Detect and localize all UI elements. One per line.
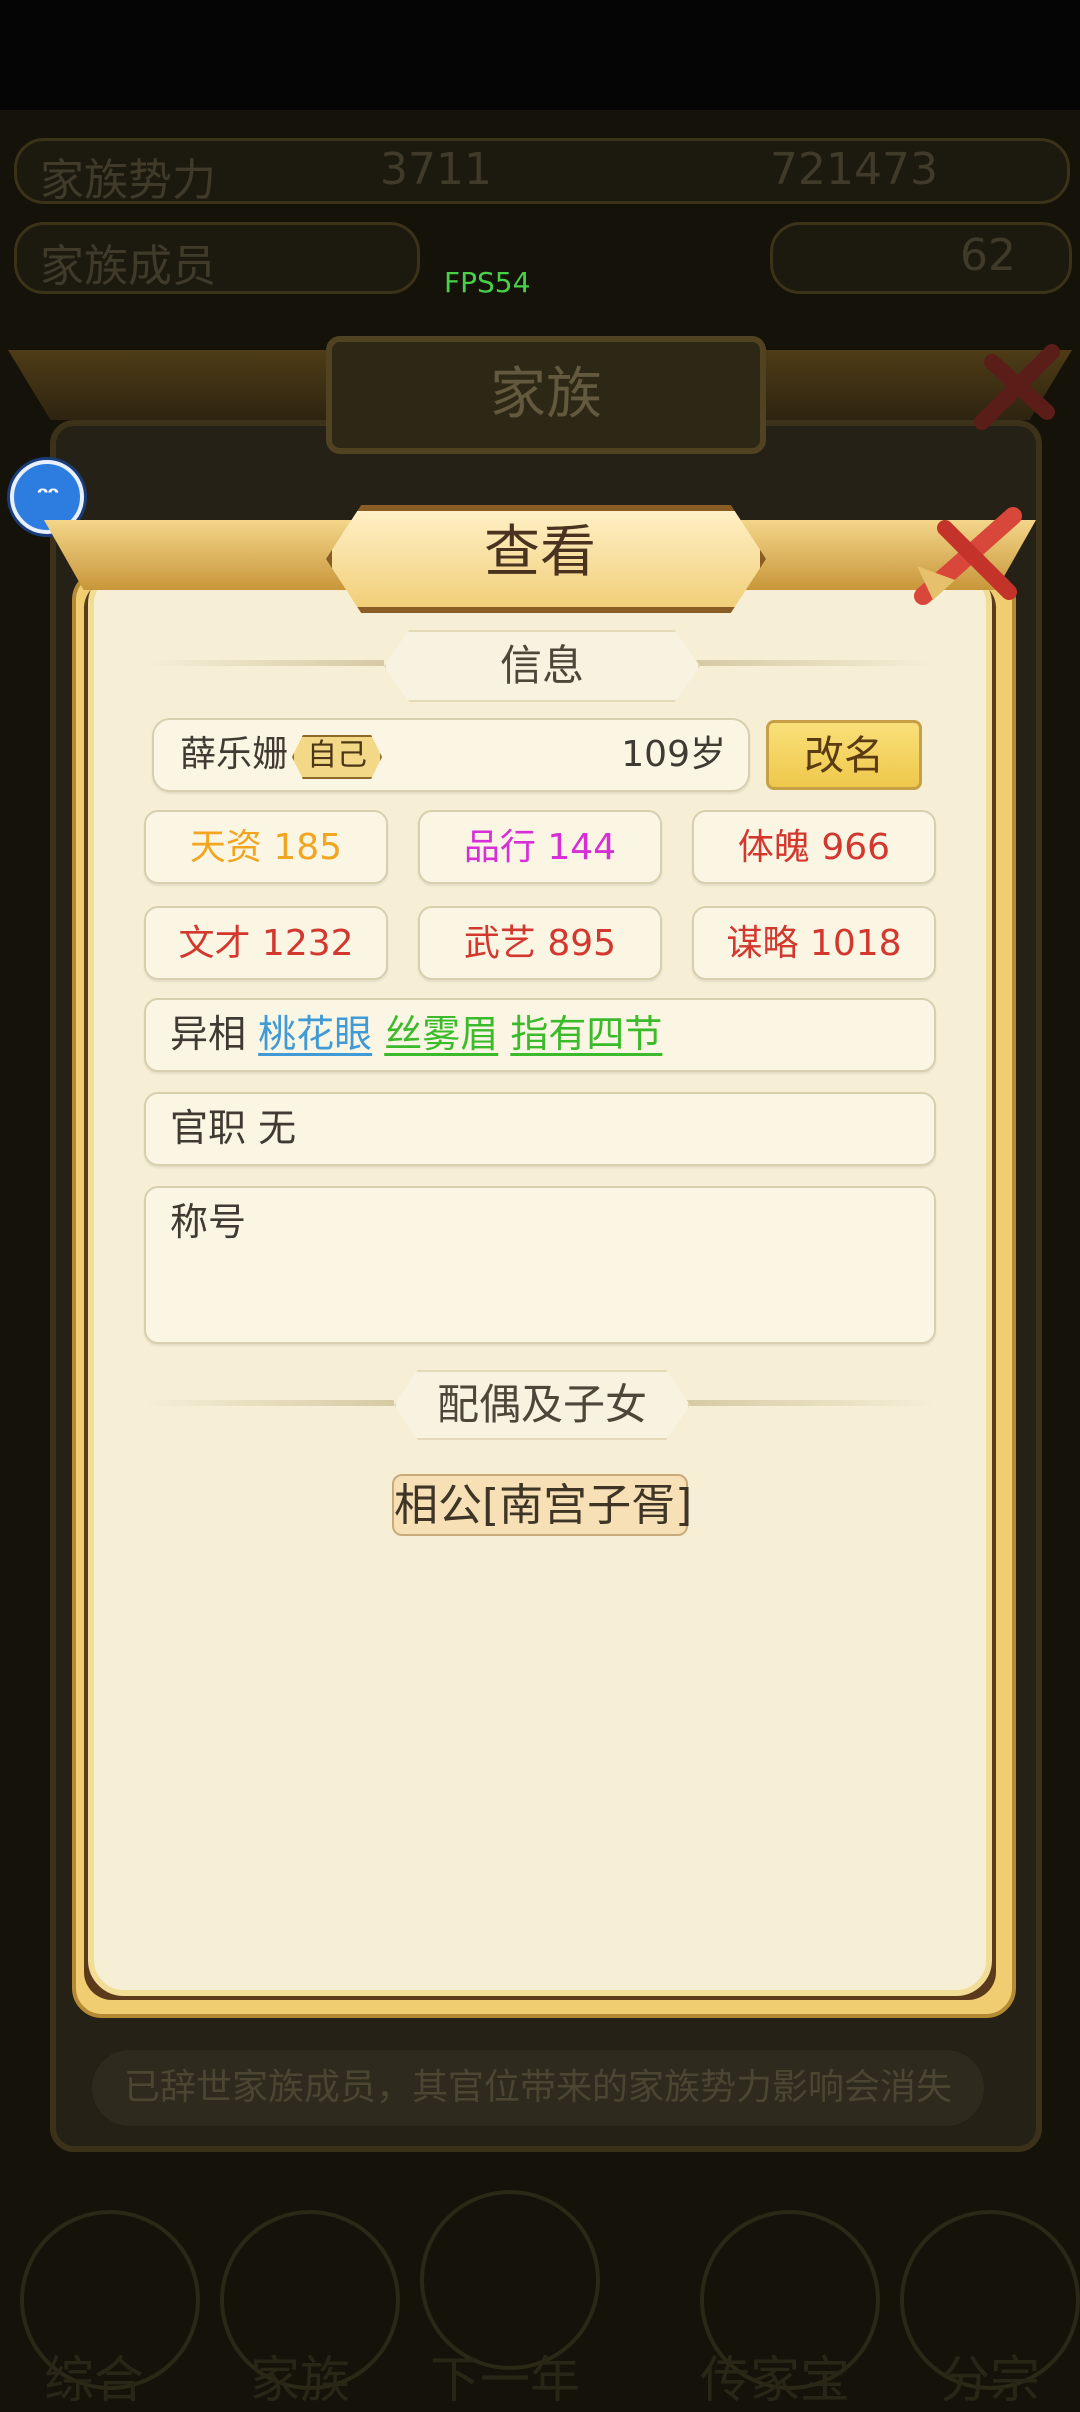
title-label: 称号 — [170, 1200, 247, 1244]
stat-talent: 天资 185 — [144, 810, 388, 884]
info-header-line-left — [144, 660, 384, 666]
member-count-bar — [770, 222, 1072, 294]
trait-silk-mist-brows[interactable]: 丝雾眉 — [384, 1012, 498, 1056]
nav-heirloom[interactable]: 传家宝 — [700, 2340, 850, 2412]
family-title: 家族 — [490, 362, 602, 427]
deceased-notice: 已辞世家族成员，其官位带来的家族势力影响会消失 — [92, 2050, 984, 2126]
spouse-header: 配偶及子女 — [394, 1370, 690, 1440]
member-name: 薛乐姗 — [180, 734, 289, 775]
close-icon[interactable] — [905, 500, 1035, 610]
spouse-button[interactable]: 相公[南宫子胥] — [392, 1474, 692, 1536]
nav-family[interactable]: 家族 — [250, 2340, 350, 2412]
stat-physique: 体魄 966 — [692, 810, 936, 884]
stat-conduct: 品行 144 — [418, 810, 662, 884]
traits-row-content: 异相 桃花眼 丝雾眉 指有四节 — [170, 998, 662, 1070]
rename-button[interactable]: 改名 — [766, 720, 922, 790]
nav-general[interactable]: 综合 — [44, 2340, 144, 2412]
trait-four-knuckle-fingers[interactable]: 指有四节 — [510, 1012, 662, 1056]
family-members-label: 家族成员 — [40, 241, 216, 292]
traits-label: 异相 — [170, 1012, 247, 1056]
spouse-header-line-right — [686, 1400, 936, 1406]
family-power-value: 3711 — [380, 144, 492, 195]
member-count: 62 — [960, 230, 1016, 281]
fps-counter: FPS54 — [444, 266, 531, 299]
self-badge: 自己 — [292, 735, 382, 779]
info-header: 信息 — [384, 630, 700, 702]
family-power-label: 家族势力 — [40, 155, 216, 206]
coins-value: 721473 — [770, 144, 938, 195]
nav-branch[interactable]: 分宗 — [940, 2340, 1040, 2412]
family-close-icon[interactable] — [962, 332, 1072, 442]
title-box — [144, 1186, 936, 1344]
office-text: 官职 无 — [170, 1106, 297, 1150]
nav-next-year[interactable]: 下一年 — [430, 2340, 580, 2412]
member-age: 109岁 — [621, 734, 726, 775]
stat-martial: 武艺 895 — [418, 906, 662, 980]
dialog-title: 查看 — [484, 520, 596, 585]
stat-strategy: 谋略 1018 — [692, 906, 936, 980]
info-header-line-right — [696, 660, 936, 666]
spouse-header-line-left — [144, 1400, 394, 1406]
trait-peach-blossom-eyes[interactable]: 桃花眼 — [258, 1012, 372, 1056]
stat-literary: 文才 1232 — [144, 906, 388, 980]
